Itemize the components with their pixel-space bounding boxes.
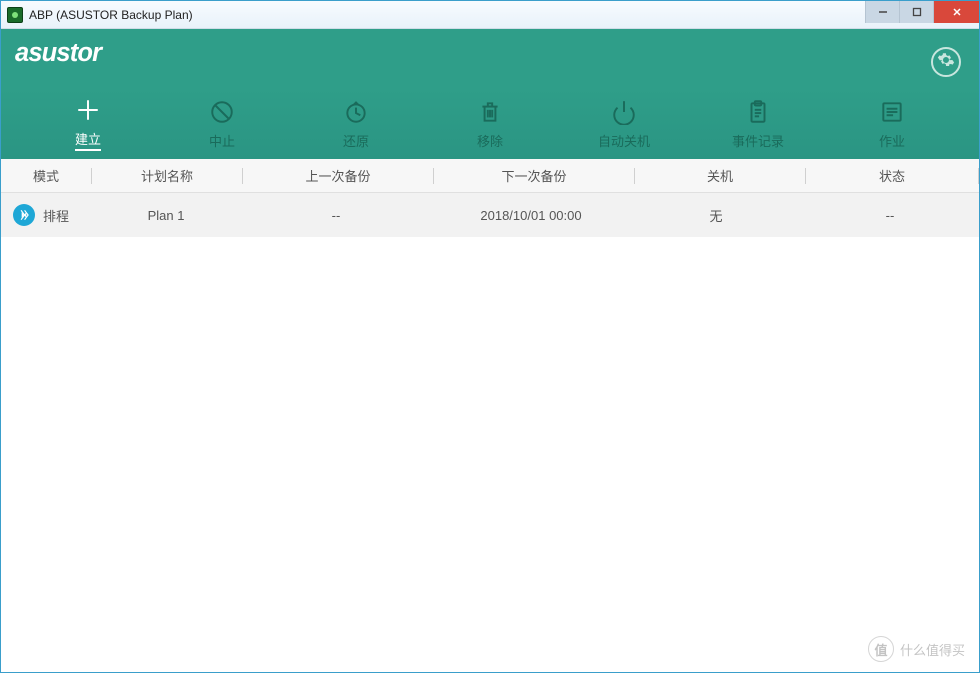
close-button[interactable] bbox=[933, 1, 979, 23]
jobs-label: 作业 bbox=[879, 131, 905, 150]
cell-next-backup: 2018/10/01 00:00 bbox=[431, 208, 631, 223]
event-log-label: 事件记录 bbox=[732, 131, 784, 150]
svg-text:asustor: asustor bbox=[15, 39, 104, 67]
column-separator bbox=[978, 168, 979, 184]
schedule-icon bbox=[13, 204, 35, 226]
column-next-backup[interactable]: 下一次备份 bbox=[434, 159, 634, 192]
table-body[interactable]: 排程 Plan 1 -- 2018/10/01 00:00 无 -- bbox=[1, 193, 979, 672]
create-label: 建立 bbox=[75, 129, 101, 151]
plus-icon bbox=[75, 97, 101, 123]
restore-label: 还原 bbox=[343, 131, 369, 150]
trash-icon bbox=[477, 99, 503, 125]
app-header: asustor 建立 中止 bbox=[1, 29, 979, 159]
event-log-button[interactable]: 事件记录 bbox=[691, 89, 825, 159]
app-icon bbox=[7, 7, 23, 23]
jobs-icon bbox=[879, 99, 905, 125]
remove-button[interactable]: 移除 bbox=[423, 89, 557, 159]
minimize-button[interactable] bbox=[865, 1, 899, 23]
clipboard-icon bbox=[745, 99, 771, 125]
jobs-button[interactable]: 作业 bbox=[825, 89, 959, 159]
restore-icon bbox=[343, 99, 369, 125]
settings-button[interactable] bbox=[931, 47, 961, 77]
column-status[interactable]: 状态 bbox=[806, 159, 978, 192]
cell-last-backup: -- bbox=[241, 208, 431, 223]
column-last-backup[interactable]: 上一次备份 bbox=[243, 159, 433, 192]
brand-logo: asustor bbox=[15, 37, 185, 76]
window-title: ABP (ASUSTOR Backup Plan) bbox=[29, 8, 193, 22]
maximize-button[interactable] bbox=[899, 1, 933, 23]
toolbar: 建立 中止 还原 移除 bbox=[1, 89, 979, 159]
auto-shutdown-button[interactable]: 自动关机 bbox=[557, 89, 691, 159]
window-controls bbox=[865, 1, 979, 23]
column-mode[interactable]: 模式 bbox=[1, 159, 91, 192]
cell-mode-text: 排程 bbox=[43, 206, 69, 225]
create-button[interactable]: 建立 bbox=[21, 89, 155, 159]
cell-shutdown: 无 bbox=[631, 206, 801, 225]
titlebar[interactable]: ABP (ASUSTOR Backup Plan) bbox=[1, 1, 979, 29]
table-row[interactable]: 排程 Plan 1 -- 2018/10/01 00:00 无 -- bbox=[1, 193, 979, 237]
stop-label: 中止 bbox=[209, 131, 235, 150]
cell-mode: 排程 bbox=[1, 204, 91, 226]
cell-name: Plan 1 bbox=[91, 208, 241, 223]
gear-icon bbox=[937, 51, 955, 74]
cell-status: -- bbox=[801, 208, 979, 223]
column-name[interactable]: 计划名称 bbox=[92, 159, 242, 192]
restore-button[interactable]: 还原 bbox=[289, 89, 423, 159]
auto-shutdown-label: 自动关机 bbox=[598, 131, 650, 150]
stop-button[interactable]: 中止 bbox=[155, 89, 289, 159]
remove-label: 移除 bbox=[477, 131, 503, 150]
column-shutdown[interactable]: 关机 bbox=[635, 159, 805, 192]
power-icon bbox=[611, 99, 637, 125]
table-header: 模式 计划名称 上一次备份 下一次备份 关机 状态 bbox=[1, 159, 979, 193]
stop-icon bbox=[209, 99, 235, 125]
application-window: ABP (ASUSTOR Backup Plan) asustor bbox=[0, 0, 980, 673]
